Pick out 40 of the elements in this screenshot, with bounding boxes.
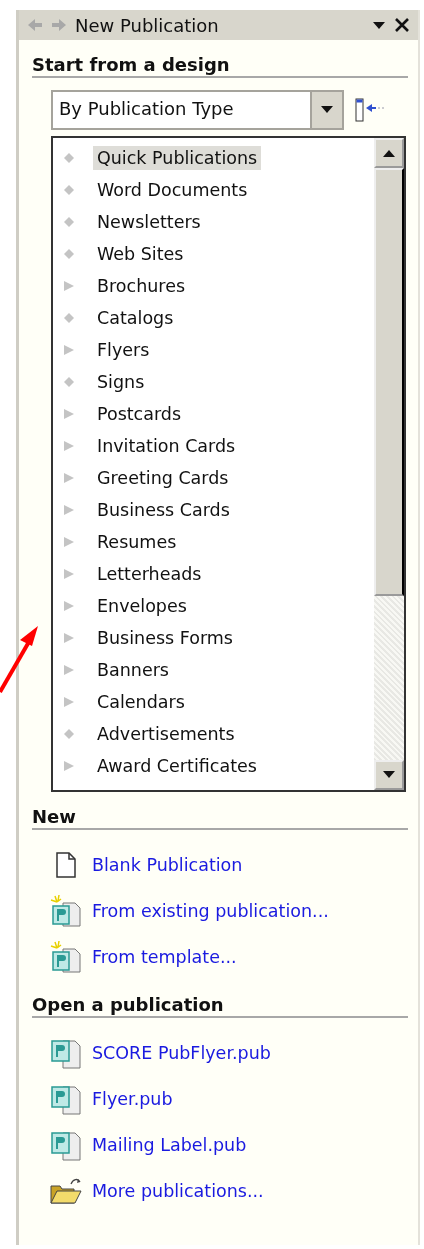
file-link[interactable]: More publications... [92,1181,264,1201]
publication-type-item[interactable]: Advertisements [93,722,239,746]
new-publication-icon [49,894,83,928]
open-folder-icon [49,1176,83,1206]
publication-type-item[interactable]: Postcards [93,402,186,426]
file-link[interactable]: Mailing Label.pub [92,1135,247,1155]
publication-type-item[interactable]: Business Cards [93,498,234,522]
publication-type-item[interactable]: Invitation Cards [93,434,240,458]
publication-type-item[interactable]: Web Sites [93,242,188,266]
publication-type-item[interactable]: Letterheads [93,562,206,586]
publication-type-dropdown[interactable]: By Publication Type [51,90,344,130]
task-link[interactable]: From template... [92,947,237,967]
publication-type-item[interactable]: Envelopes [93,594,191,618]
file-link[interactable]: SCORE PubFlyer.pub [92,1043,271,1063]
file-link[interactable]: Flyer.pub [92,1089,173,1109]
publication-type-item[interactable]: Flyers [93,338,154,362]
publication-type-item[interactable]: Newsletters [93,210,205,234]
publication-type-item[interactable]: Banners [93,658,173,682]
section-heading: Start from a design [32,40,408,78]
pane-title: New Publication [75,14,220,36]
scroll-up-icon[interactable] [383,149,395,157]
publication-type-item[interactable]: Word Documents [93,178,252,202]
task-link[interactable]: From existing publication... [92,901,329,921]
task-link[interactable]: Blank Publication [92,855,243,875]
new-publication-icon [49,940,83,974]
publication-type-item[interactable]: Greeting Cards [93,466,233,490]
caret-icon [372,20,386,30]
publication-type-item[interactable]: Signs [93,370,149,394]
publication-type-item[interactable]: Business Forms [93,626,237,650]
publication-type-item[interactable]: Calendars [93,690,189,714]
publication-type-item[interactable]: Award Certificates [93,754,261,778]
publication-type-item[interactable]: Resumes [93,530,181,554]
publication-type-item[interactable]: Quick Publications [93,146,262,170]
caret-icon [321,106,333,114]
section-heading: Open a publication [32,980,408,1018]
publication-type-item[interactable]: Brochures [93,274,190,298]
scrollbar[interactable] [374,138,404,790]
scroll-down-icon[interactable] [383,771,395,779]
section-heading: New [32,792,408,830]
publication-type-item[interactable]: Catalogs [93,306,178,330]
